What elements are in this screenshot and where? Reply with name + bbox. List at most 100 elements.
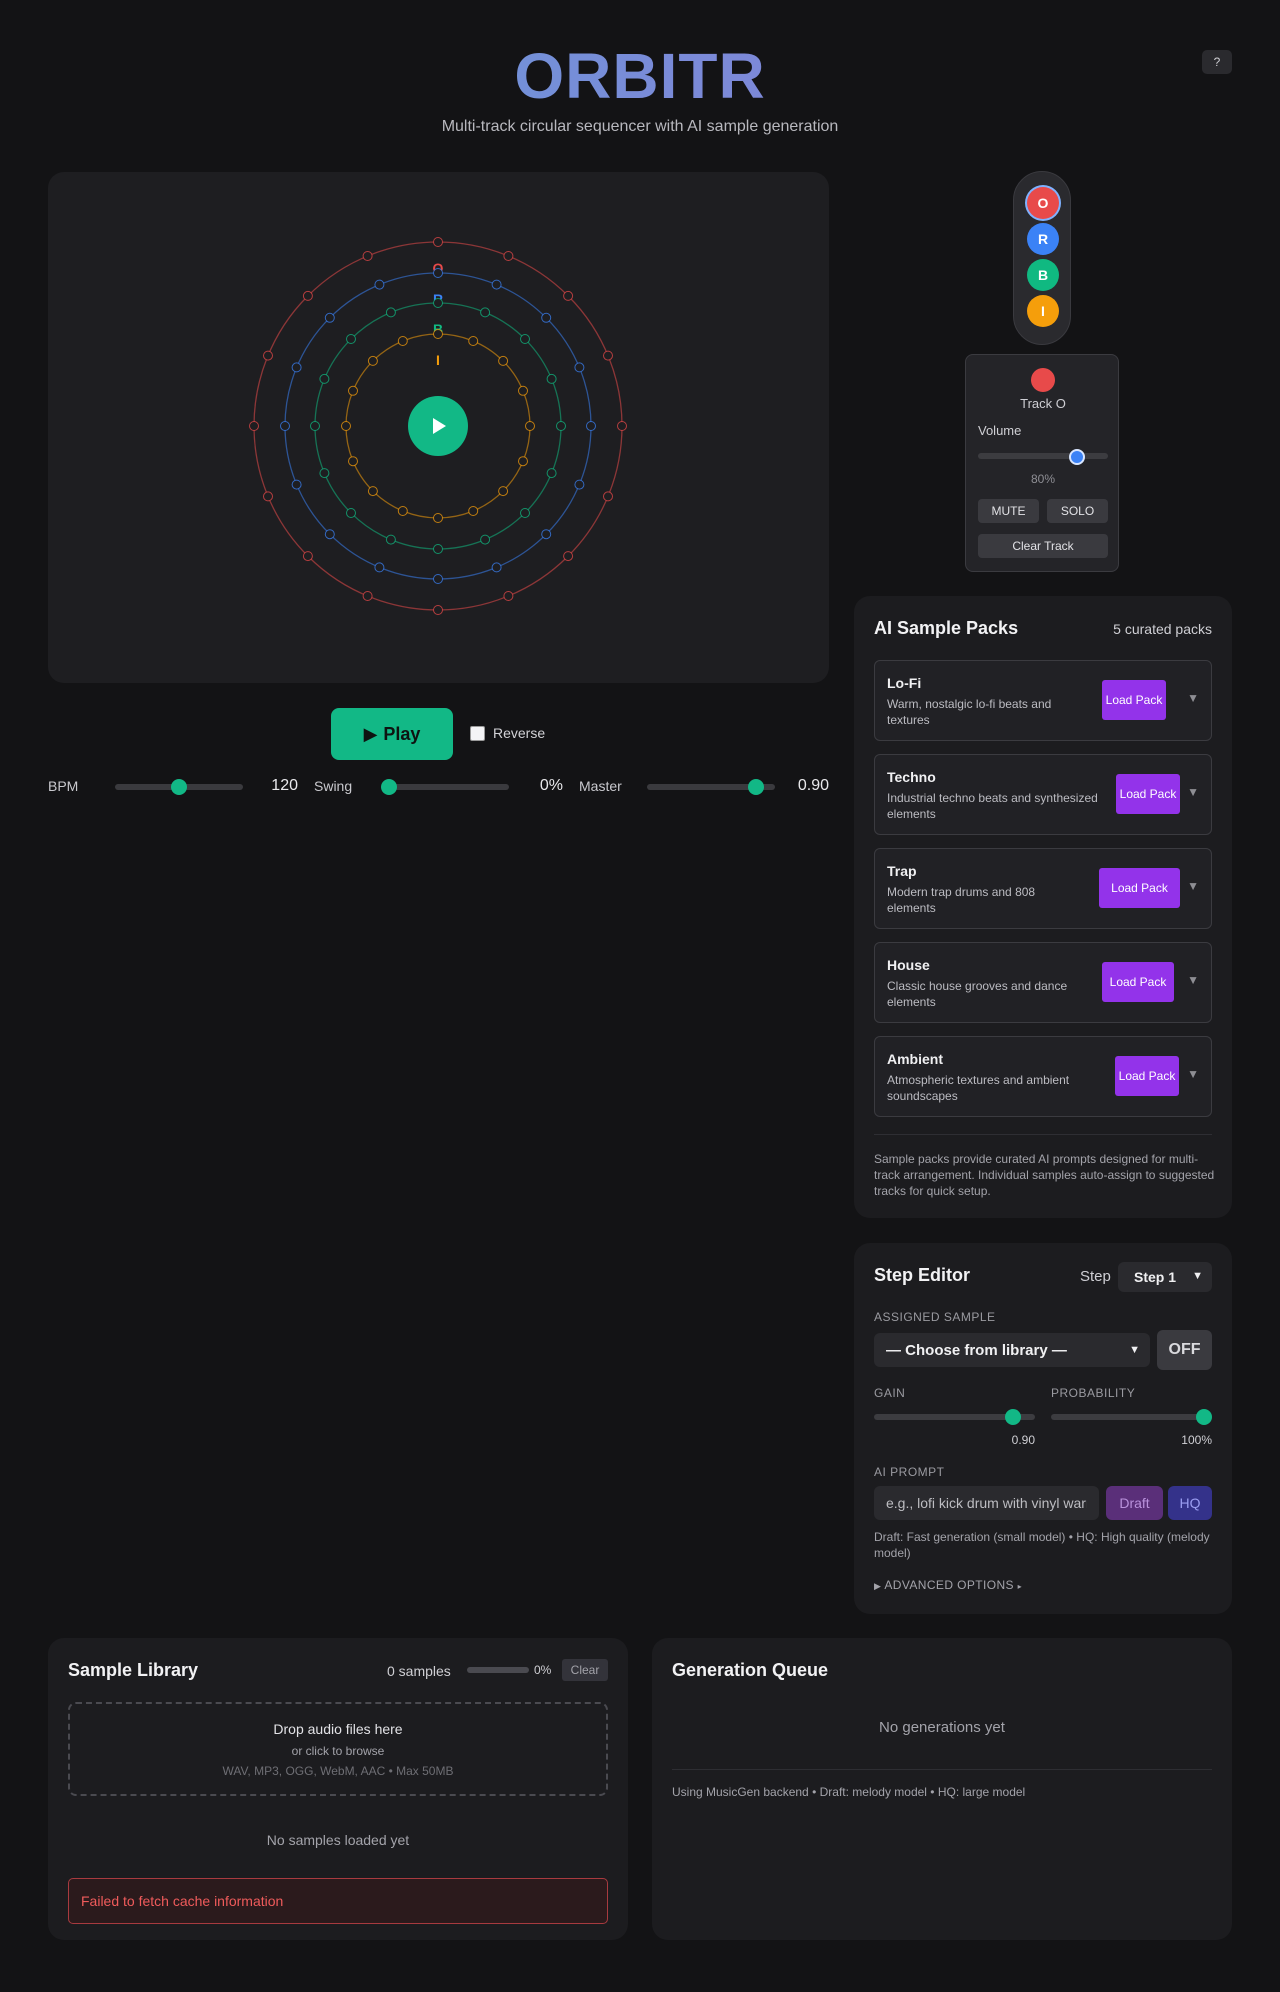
step-o-6[interactable]: [603, 491, 613, 502]
swing-slider[interactable]: [381, 784, 509, 790]
help-button[interactable]: ?: [1202, 50, 1232, 74]
expand-chevron-icon[interactable]: ▼: [1187, 1067, 1199, 1081]
load-pack-button[interactable]: Load Pack: [1115, 1056, 1179, 1096]
ai-prompt-input[interactable]: [874, 1486, 1099, 1520]
probability-slider-thumb[interactable]: [1196, 1409, 1212, 1425]
track-r-button[interactable]: R: [1027, 223, 1059, 255]
volume-slider-thumb[interactable]: [1069, 449, 1086, 465]
step-r-16[interactable]: [374, 279, 385, 290]
step-b-11[interactable]: [346, 508, 356, 518]
step-i-5[interactable]: [525, 421, 535, 431]
step-b-14[interactable]: [319, 373, 330, 384]
solo-button[interactable]: SOLO: [1047, 499, 1108, 523]
step-r-9[interactable]: [433, 574, 443, 584]
step-o-14[interactable]: [263, 350, 273, 361]
clear-library-button[interactable]: Clear: [562, 1659, 608, 1681]
step-o-15[interactable]: [302, 290, 313, 301]
swing-slider-thumb[interactable]: [381, 779, 397, 795]
step-r-11[interactable]: [324, 529, 335, 540]
sample-select[interactable]: — Choose from library — ▼: [874, 1333, 1150, 1367]
gain-slider-thumb[interactable]: [1004, 1409, 1021, 1425]
step-o-7[interactable]: [563, 551, 574, 562]
step-r-6[interactable]: [574, 479, 585, 490]
reverse-checkbox[interactable]: [470, 725, 485, 741]
step-r-1[interactable]: [433, 268, 443, 278]
expand-chevron-icon[interactable]: ▼: [1187, 879, 1199, 893]
step-o-2[interactable]: [503, 251, 514, 261]
track-o-button[interactable]: O: [1027, 187, 1059, 219]
step-i-6[interactable]: [518, 456, 528, 467]
step-r-2[interactable]: [491, 279, 502, 290]
step-o-3[interactable]: [563, 290, 574, 301]
step-i-9[interactable]: [433, 513, 443, 523]
bpm-slider-thumb[interactable]: [171, 779, 187, 795]
step-r-13[interactable]: [280, 421, 290, 431]
expand-chevron-icon[interactable]: ▼: [1187, 691, 1199, 705]
step-i-2[interactable]: [468, 336, 479, 346]
step-o-10[interactable]: [362, 591, 373, 601]
step-b-5[interactable]: [556, 421, 566, 431]
step-b-16[interactable]: [385, 307, 396, 318]
reverse-toggle[interactable]: Reverse: [470, 725, 545, 741]
step-o-5[interactable]: [617, 421, 627, 431]
step-i-14[interactable]: [348, 385, 358, 396]
step-b-6[interactable]: [546, 468, 557, 479]
step-o-4[interactable]: [603, 350, 613, 361]
track-b-button[interactable]: B: [1027, 259, 1059, 291]
step-r-5[interactable]: [586, 421, 596, 431]
load-pack-button[interactable]: Load Pack: [1102, 962, 1174, 1002]
audio-dropzone[interactable]: Drop audio files here or click to browse…: [68, 1702, 608, 1796]
track-i-button[interactable]: I: [1027, 295, 1059, 327]
step-b-13[interactable]: [310, 421, 320, 431]
step-b-10[interactable]: [385, 534, 396, 545]
draft-generate-button[interactable]: Draft: [1106, 1486, 1163, 1520]
off-button[interactable]: OFF: [1157, 1330, 1212, 1370]
step-b-8[interactable]: [480, 534, 491, 545]
step-o-16[interactable]: [362, 251, 373, 261]
expand-chevron-icon[interactable]: ▼: [1187, 973, 1199, 987]
step-i-1[interactable]: [433, 329, 443, 339]
step-b-12[interactable]: [319, 468, 330, 479]
step-o-8[interactable]: [503, 591, 514, 601]
load-pack-button[interactable]: Load Pack: [1099, 868, 1180, 908]
step-r-14[interactable]: [291, 362, 302, 373]
step-b-7[interactable]: [520, 508, 530, 518]
step-b-15[interactable]: [346, 334, 356, 344]
step-b-9[interactable]: [433, 544, 443, 554]
step-i-8[interactable]: [468, 506, 479, 516]
step-i-11[interactable]: [367, 486, 378, 497]
step-i-16[interactable]: [397, 336, 408, 346]
step-i-3[interactable]: [498, 355, 509, 366]
step-i-13[interactable]: [341, 421, 351, 431]
step-i-15[interactable]: [367, 355, 378, 366]
step-r-7[interactable]: [541, 529, 552, 540]
expand-chevron-icon[interactable]: ▼: [1187, 785, 1199, 799]
step-r-3[interactable]: [541, 312, 552, 323]
load-pack-button[interactable]: Load Pack: [1116, 774, 1180, 814]
mute-button[interactable]: MUTE: [978, 499, 1039, 523]
step-select[interactable]: Step 1 ▼: [1118, 1262, 1212, 1292]
circular-sequencer[interactable]: ORBI: [48, 172, 829, 683]
step-o-1[interactable]: [433, 237, 443, 247]
step-i-12[interactable]: [348, 456, 358, 467]
probability-slider[interactable]: [1051, 1414, 1212, 1420]
play-button[interactable]: ▶ Play: [331, 708, 453, 760]
step-i-7[interactable]: [498, 486, 509, 497]
step-r-4[interactable]: [574, 362, 585, 373]
clear-track-button[interactable]: Clear Track: [978, 534, 1108, 558]
step-b-4[interactable]: [546, 373, 557, 384]
hq-generate-button[interactable]: HQ: [1168, 1486, 1212, 1520]
step-o-11[interactable]: [302, 551, 313, 562]
volume-slider[interactable]: [978, 453, 1108, 459]
step-i-4[interactable]: [518, 385, 528, 396]
step-o-9[interactable]: [433, 605, 443, 615]
step-b-3[interactable]: [520, 334, 530, 344]
load-pack-button[interactable]: Load Pack: [1102, 680, 1166, 720]
step-r-8[interactable]: [491, 562, 502, 573]
step-o-12[interactable]: [263, 491, 273, 502]
step-r-12[interactable]: [291, 479, 302, 490]
step-i-10[interactable]: [397, 506, 408, 516]
step-r-15[interactable]: [324, 312, 335, 323]
master-slider-thumb[interactable]: [747, 779, 764, 795]
step-r-10[interactable]: [374, 562, 385, 573]
